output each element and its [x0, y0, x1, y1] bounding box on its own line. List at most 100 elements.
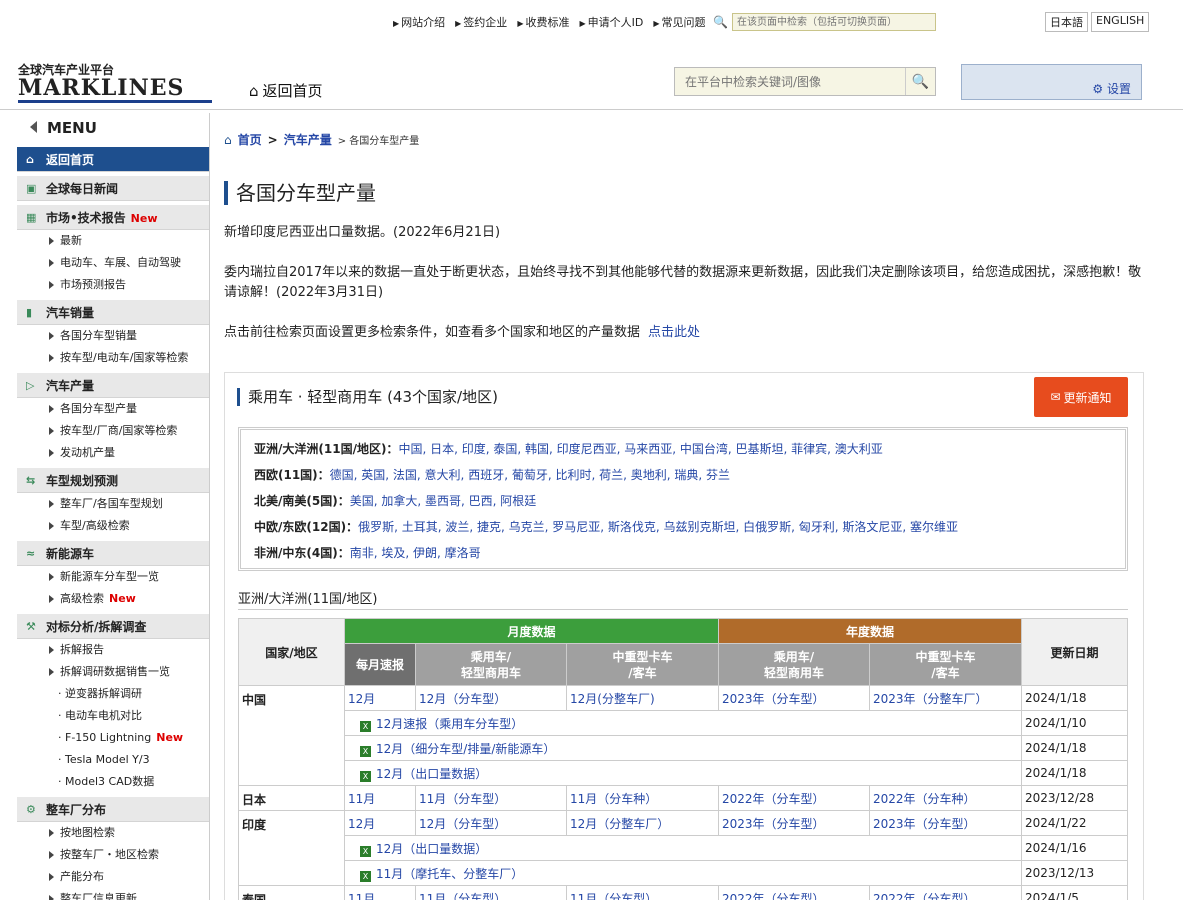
region-countries[interactable]: 德国, 英国, 法国, 意大利, 西班牙, 葡萄牙, 比利时, 荷兰, 奥地利,… [330, 468, 730, 482]
search-button[interactable]: 🔍 [905, 68, 935, 95]
breadcrumb-home[interactable]: 首页 [238, 131, 262, 148]
data-link-cell: 2022年（分车种） [869, 785, 1022, 811]
data-link[interactable]: 2023年（分车型） [722, 692, 825, 706]
logo[interactable]: 全球汽车产业平台 MARKLINES [18, 64, 212, 103]
sidebar-category[interactable]: ≈ 新能源车 [17, 540, 209, 566]
sidebar-subitem[interactable]: 电动车电机对比 [17, 705, 209, 727]
data-link[interactable]: 12月（分车型） [419, 692, 506, 706]
sidebar-item[interactable]: 整车厂/各国车型规划 [17, 493, 209, 515]
sidebar-item[interactable]: 拆解报告 [17, 639, 209, 661]
data-link[interactable]: 11月（分车型） [570, 892, 657, 900]
sidebar-item[interactable]: 发动机产量 [17, 442, 209, 464]
data-link[interactable]: 2023年（分整车厂） [873, 692, 988, 706]
sidebar-category[interactable]: ▮ 汽车销量 [17, 299, 209, 325]
data-link[interactable]: 2022年（分车种） [873, 792, 976, 806]
data-link[interactable]: 2023年（分车型） [722, 817, 825, 831]
sidebar-category[interactable]: ▣ 全球每日新闻 [17, 175, 209, 201]
region-countries[interactable]: 美国, 加拿大, 墨西哥, 巴西, 阿根廷 [350, 494, 537, 508]
data-link[interactable]: 11月 [348, 892, 375, 900]
data-link[interactable]: 12月 [348, 692, 375, 706]
region-row: 西欧(11国)：德国, 英国, 法国, 意大利, 西班牙, 葡萄牙, 比利时, … [254, 462, 1112, 488]
region-countries[interactable]: 中国, 日本, 印度, 泰国, 韩国, 印度尼西亚, 马来西亚, 中国台湾, 巴… [398, 442, 882, 456]
settings-link[interactable]: ⚙ 设置 [1092, 80, 1131, 97]
sidebar-item[interactable]: 高级检索 New [17, 588, 209, 610]
sidebar-item[interactable]: 拆解调研数据销售一览 [17, 661, 209, 683]
menu-toggle[interactable]: MENU [17, 113, 209, 143]
data-link[interactable]: 2022年（分车型） [722, 792, 825, 806]
data-link[interactable]: 11月（分车种） [570, 792, 657, 806]
util-nav-link[interactable]: ▶ 申请个人ID [579, 14, 643, 30]
home-icon: ⌂ [224, 132, 232, 147]
site-search: 🔍 [674, 67, 936, 96]
region-countries[interactable]: 俄罗斯, 土耳其, 波兰, 捷克, 乌克兰, 罗马尼亚, 斯洛伐克, 乌兹别克斯… [358, 520, 958, 534]
sidebar-item[interactable]: 按车型/厂商/国家等检索 [17, 420, 209, 442]
sidebar-item[interactable]: 电动车、车展、自动驾驶 [17, 252, 209, 274]
home-link[interactable]: ⌂ 返回首页 [249, 80, 323, 101]
section-title: 乘用车 · 轻型商用车 (43个国家/地区) [237, 388, 498, 406]
util-nav-link[interactable]: ▶ 网站介绍 [393, 14, 445, 30]
site-search-input[interactable] [675, 74, 905, 89]
data-link[interactable]: 12月 [348, 817, 375, 831]
update-date: 2024/1/18 [1021, 760, 1128, 786]
sidebar-subitem[interactable]: Tesla Model Y/3 [17, 749, 209, 771]
excel-link[interactable]: 12月（细分车型/排量/新能源车） [376, 742, 555, 756]
page-search: 🔍 [713, 13, 936, 31]
page-search-input[interactable] [731, 13, 936, 31]
util-nav-link[interactable]: ▶ 签约企业 [455, 14, 507, 30]
table-row: 日本 11月 11月（分车型） 11月（分车种） 2022年（分车型） 2022年（分车种… [238, 785, 1128, 811]
triangle-icon: ▶ [579, 19, 586, 28]
excel-link[interactable]: 11月（摩托车、分整车厂） [376, 867, 523, 881]
util-nav-link[interactable]: ▶ 常见问题 [653, 14, 705, 30]
settings-panel: ⚙ 设置 [961, 64, 1142, 100]
update-date: 2024/1/5 [1021, 885, 1128, 900]
update-date: 2024/1/10 [1021, 710, 1128, 736]
table-row: X 12月速报（乘用车分车型） 2024/1/10 [239, 710, 1128, 736]
data-link[interactable]: 2023年（分车型） [873, 817, 976, 831]
sidebar-item[interactable]: 市场预测报告 [17, 274, 209, 296]
update-date: 2024/1/16 [1021, 835, 1128, 861]
click-here-link[interactable]: 点击此处 [648, 325, 700, 340]
sidebar-item[interactable]: 整车厂信息更新 [17, 888, 209, 900]
region-countries[interactable]: 南非, 埃及, 伊朗, 摩洛哥 [350, 546, 481, 560]
swap-icon: ⇆ [26, 474, 36, 487]
breadcrumb-production[interactable]: 汽车产量 [284, 131, 332, 148]
excel-link[interactable]: 12月（出口量数据） [376, 842, 487, 856]
sidebar-item[interactable]: 按整车厂・地区检索 [17, 844, 209, 866]
sidebar-item[interactable]: 各国分车型销量 [17, 325, 209, 347]
lang-japanese-button[interactable]: 日本語 [1045, 12, 1088, 32]
header-divider [0, 109, 1183, 110]
sidebar-item[interactable]: 车型/高级检索 [17, 515, 209, 537]
sidebar-subitem[interactable]: Model3 CAD数据 [17, 771, 209, 793]
sidebar-item[interactable]: 最新 [17, 230, 209, 252]
breadcrumb-separator: > [267, 132, 278, 147]
lang-english-button[interactable]: ENGLISH [1091, 12, 1150, 32]
sidebar-item[interactable]: 产能分布 [17, 866, 209, 888]
region-label: 亚洲/大洋洲(11国/地区)： [254, 442, 399, 456]
sidebar-item[interactable]: 各国分车型产量 [17, 398, 209, 420]
update-notify-button[interactable]: ✉ 更新通知 [1034, 377, 1128, 417]
sidebar-item[interactable]: 新能源车分车型一览 [17, 566, 209, 588]
data-link[interactable]: 12月（分车型） [419, 817, 506, 831]
data-link[interactable]: 11月（分车型） [419, 792, 506, 806]
sidebar-category[interactable]: ⚙ 整车厂分布 [17, 796, 209, 822]
sidebar-category[interactable]: ⌂ 返回首页 [17, 146, 209, 172]
sidebar-category[interactable]: ▦ 市场•技术报告 New [17, 204, 209, 230]
sidebar-item[interactable]: 按地图检索 [17, 822, 209, 844]
sidebar-subitem[interactable]: 逆变器拆解调研 [17, 683, 209, 705]
sidebar-subitem[interactable]: F-150 LightningNew [17, 727, 209, 749]
data-link[interactable]: 2022年（分车型） [873, 892, 976, 900]
sidebar-category[interactable]: ⇆ 车型规划预测 [17, 467, 209, 493]
sidebar-category[interactable]: ▷ 汽车产量 [17, 372, 209, 398]
data-link[interactable]: 12月（分整车厂） [570, 817, 669, 831]
util-nav-link[interactable]: ▶ 收费标准 [517, 14, 569, 30]
data-link[interactable]: 12月(分整车厂) [570, 692, 655, 706]
data-link[interactable]: 11月（分车型） [419, 892, 506, 900]
data-link[interactable]: 2022年（分车型） [722, 892, 825, 900]
sidebar-item[interactable]: 按车型/电动车/国家等检索 [17, 347, 209, 369]
excel-link[interactable]: 12月速报（乘用车分车型） [376, 717, 523, 731]
col-country: 国家/地区 [238, 618, 345, 686]
sidebar-category[interactable]: ⚒ 对标分析/拆解调查 [17, 613, 209, 639]
search-icon: 🔍 [911, 73, 930, 90]
data-link[interactable]: 11月 [348, 792, 375, 806]
excel-link[interactable]: 12月（出口量数据） [376, 767, 487, 781]
